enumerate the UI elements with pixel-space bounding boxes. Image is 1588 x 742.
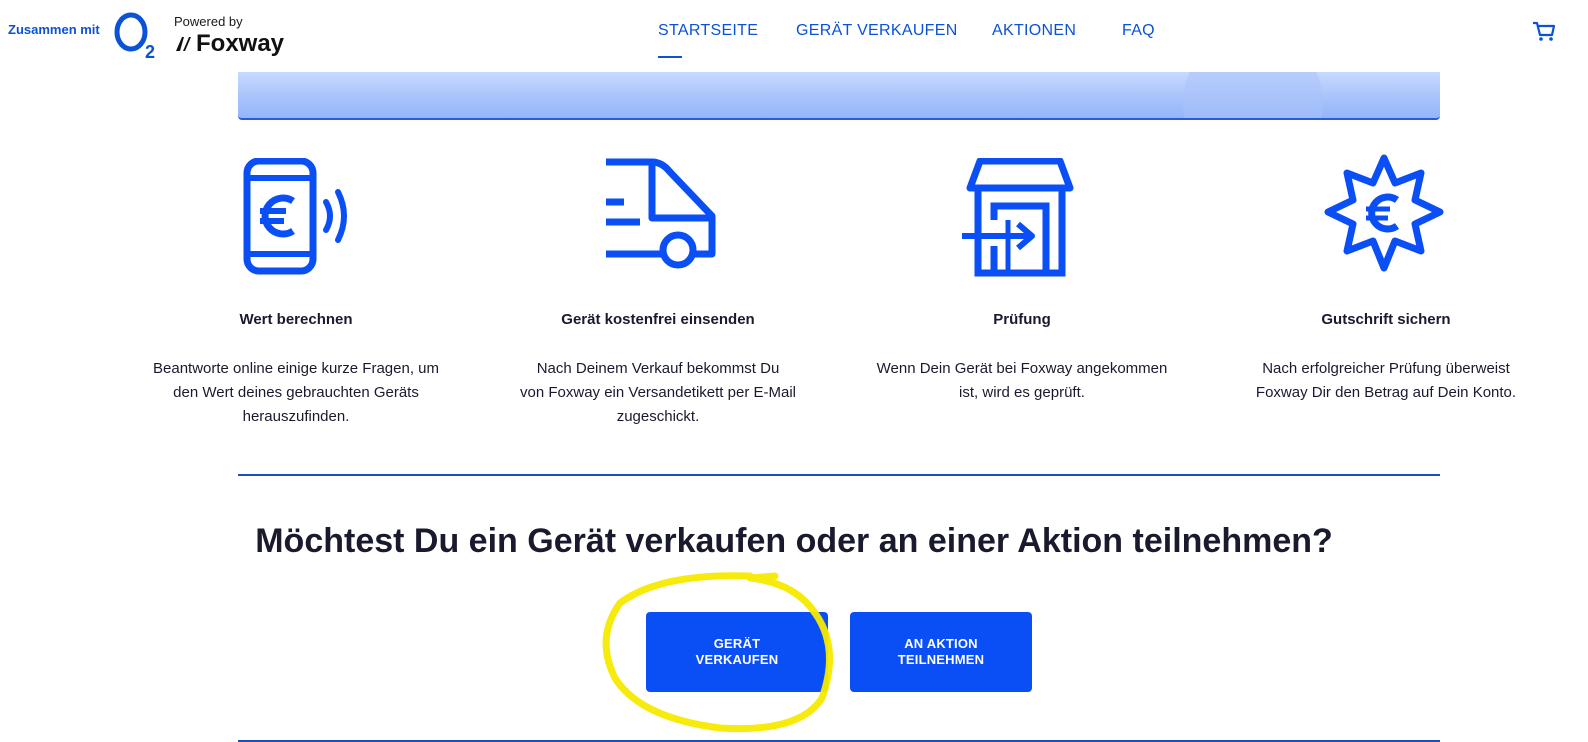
nav-item-startseite[interactable]: STARTSEITE [658,22,758,40]
step-desc-wert-berechnen: Beantworte online einige kurze Fragen, u… [136,357,456,429]
step-title-wert-berechnen: Wert berechnen [239,311,353,328]
section-divider [238,474,1440,476]
step-desc-line: zugeschickt. [616,408,700,425]
nav-item-faq[interactable]: FAQ [1122,22,1155,40]
main-nav: STARTSEITE GERÄT VERKAUFEN AKTIONEN FAQ [0,22,1588,58]
step-desc-line: Beantworte online einige kurze Fragen, u… [153,360,439,377]
nav-item-aktionen[interactable]: AKTIONEN [992,22,1076,40]
step-desc-line: herauszufinden. [242,408,350,425]
geraet-verkaufen-button[interactable]: GERÄT VERKAUFEN [646,612,828,692]
hero-banner-bottom [238,72,1440,120]
delivery-truck-icon [606,158,716,269]
step-desc-line: ist, wird es geprüft. [959,384,1085,401]
step-title-pruefung: Prüfung [993,311,1051,328]
step-desc-pruefung: Wenn Dein Gerät bei Foxway angekommen is… [862,357,1182,405]
cart-icon[interactable] [1532,20,1556,42]
button-label-line2: TEILNEHMEN [897,652,985,667]
step-desc-gutschrift: Nach erfolgreicher Prüfung überweist Fox… [1226,357,1546,405]
an-aktion-teilnehmen-button[interactable]: AN AKTION TEILNEHMEN [850,612,1032,692]
banner-decoration [1183,72,1323,118]
warehouse-icon [962,158,1074,277]
phone-euro-icon [243,158,347,275]
svg-text:2: 2 [145,42,155,60]
site-header: Zusammen mit 2 Powered by Foxway STARTSE… [0,0,1588,70]
step-desc-line: Foxway Dir den Betrag auf Dein Konto. [1255,384,1517,401]
step-title-geraet-einsenden: Gerät kostenfrei einsenden [561,311,755,328]
step-desc-line: den Wert deines gebrauchten Geräts [173,384,419,401]
step-desc-geraet-einsenden: Nach Deinem Verkauf bekommst Du von Foxw… [498,357,818,429]
step-desc-line: Nach erfolgreicher Prüfung überweist [1262,360,1510,377]
nav-active-indicator [658,56,682,58]
button-label-line1: AN AKTION [904,636,978,651]
button-label-line2: VERKAUFEN [695,652,779,667]
button-label-line1: GERÄT [713,636,761,651]
step-title-gutschrift: Gutschrift sichern [1321,311,1451,328]
step-desc-line: von Foxway ein Versandetikett per E-Mail [520,384,796,401]
step-desc-line: Wenn Dein Gerät bei Foxway angekommen [876,360,1168,377]
nav-item-geraet-verkaufen[interactable]: GERÄT VERKAUFEN [796,22,958,40]
step-desc-line: Nach Deinem Verkauf bekommst Du [536,360,780,377]
euro-badge-icon [1324,154,1444,272]
cta-heading: Möchtest Du ein Gerät verkaufen oder an … [255,522,1333,560]
